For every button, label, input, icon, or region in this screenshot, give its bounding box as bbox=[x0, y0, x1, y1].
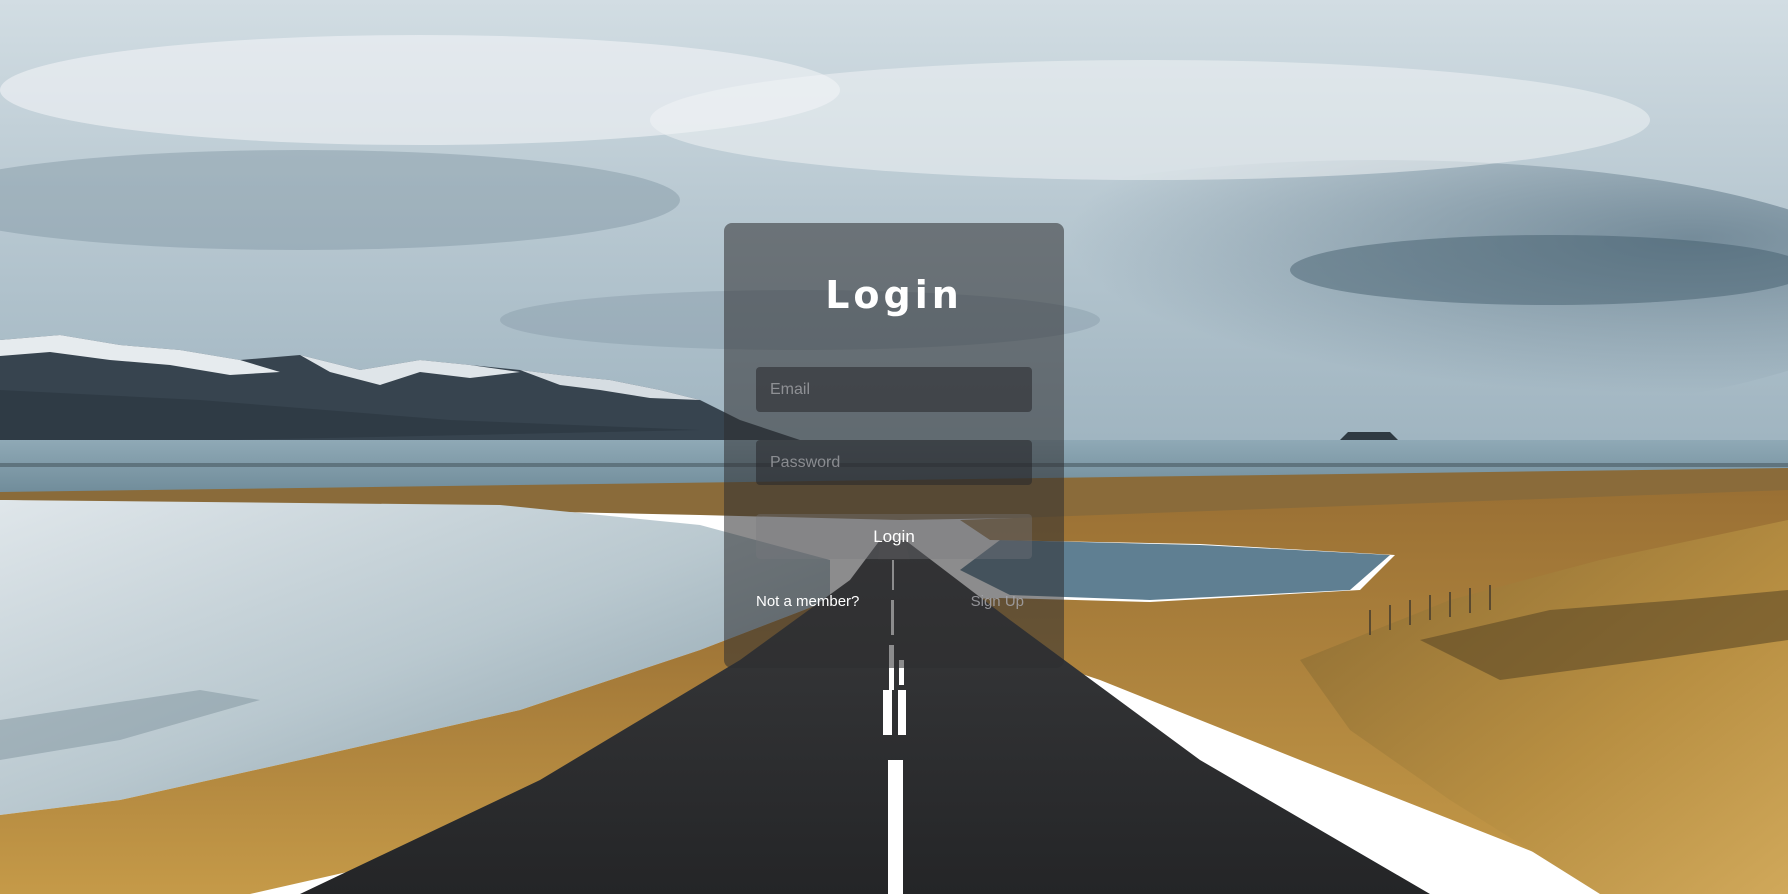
login-card: Login Login Not a member? Sign Up bbox=[724, 223, 1064, 668]
password-input[interactable] bbox=[756, 440, 1032, 485]
login-title: Login bbox=[825, 273, 963, 317]
signup-prompt: Not a member? Sign Up bbox=[756, 593, 1032, 615]
signup-link[interactable]: Sign Up bbox=[971, 593, 1024, 610]
not-member-text: Not a member? bbox=[756, 593, 860, 610]
login-button[interactable]: Login bbox=[756, 514, 1032, 559]
email-input[interactable] bbox=[756, 367, 1032, 412]
